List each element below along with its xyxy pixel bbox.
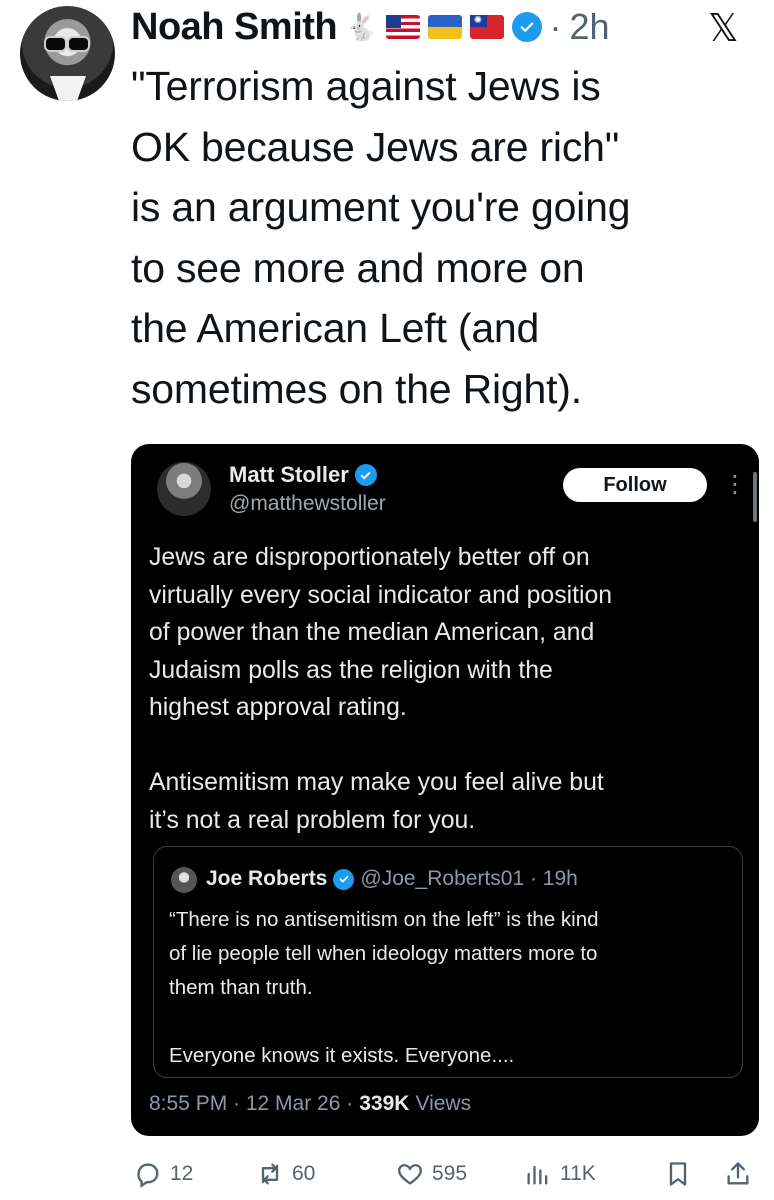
tweet-header: Noah Smith 🐇 · 2h bbox=[131, 2, 610, 52]
separator-dot: · bbox=[549, 6, 562, 47]
nested-author-avatar bbox=[171, 867, 197, 893]
quoted-post-views-label: Views bbox=[415, 1092, 472, 1115]
avatar-glasses bbox=[44, 36, 90, 52]
nested-quoted-post[interactable]: Joe Roberts @Joe_Roberts01 · 19h “There … bbox=[153, 846, 743, 1078]
author-name[interactable]: Noah Smith bbox=[131, 6, 338, 49]
views-count: 11K bbox=[560, 1162, 596, 1185]
nested-author-handle-time: @Joe_Roberts01 · 19h bbox=[360, 867, 578, 890]
more-options-icon[interactable]: ⋮ bbox=[723, 468, 747, 502]
views-button[interactable]: 11K bbox=[524, 1160, 596, 1188]
repost-button[interactable]: 60 bbox=[256, 1160, 315, 1188]
quoted-post-timestamp: 8:55 PM · 12 Mar 26 · bbox=[149, 1092, 354, 1115]
quoted-author-handle[interactable]: @matthewstoller bbox=[229, 492, 386, 516]
verified-badge-icon bbox=[354, 464, 377, 486]
quoted-post-card[interactable]: Matt Stoller @matthewstoller Follow ⋮ Je… bbox=[131, 444, 759, 1136]
avatar-collar bbox=[50, 76, 86, 101]
us-flag-icon bbox=[385, 15, 420, 39]
views-chart-icon bbox=[527, 1165, 548, 1185]
like-count: 595 bbox=[432, 1162, 468, 1185]
rabbit-emoji: 🐇 bbox=[345, 12, 378, 42]
nested-post-text: “There is no antisemitism on the left” i… bbox=[169, 908, 599, 1067]
tweet-time[interactable]: 2h bbox=[570, 6, 610, 48]
ukraine-flag-icon bbox=[427, 15, 462, 39]
repost-count: 60 bbox=[292, 1162, 316, 1185]
quoted-author-name-row: Matt Stoller bbox=[229, 462, 377, 488]
repost-icon bbox=[261, 1163, 279, 1185]
follow-button[interactable]: Follow bbox=[563, 468, 707, 502]
bookmark-icon bbox=[669, 1162, 687, 1186]
share-button[interactable] bbox=[724, 1160, 752, 1188]
share-icon bbox=[727, 1162, 749, 1185]
heart-icon bbox=[398, 1164, 422, 1185]
taiwan-flag-icon bbox=[469, 15, 504, 39]
quoted-author-avatar[interactable] bbox=[157, 462, 211, 516]
quoted-post-footer: 8:55 PM · 12 Mar 26 · 339K Views bbox=[149, 1092, 471, 1116]
quoted-post-text: Jews are disproportionately better off o… bbox=[149, 544, 613, 834]
bookmark-button[interactable] bbox=[664, 1160, 692, 1188]
reply-icon bbox=[137, 1163, 159, 1188]
scrollbar[interactable] bbox=[753, 472, 757, 522]
quoted-author-name[interactable]: Matt Stoller bbox=[229, 462, 349, 488]
like-button[interactable]: 595 bbox=[396, 1160, 467, 1188]
tweet-text: "Terrorism against Jews is OK because Je… bbox=[131, 63, 631, 412]
reply-count: 12 bbox=[170, 1162, 194, 1185]
x-logo-icon: 𝕏 bbox=[708, 8, 739, 50]
nested-author-name: Joe Roberts bbox=[206, 867, 328, 890]
reply-button[interactable]: 12 bbox=[134, 1160, 193, 1188]
tweet-actions-bar: 12 60 595 11K bbox=[0, 1160, 774, 1196]
verified-badge-icon bbox=[511, 12, 542, 42]
nested-author-row: Joe Roberts @Joe_Roberts01 · 19h bbox=[206, 867, 578, 891]
author-avatar[interactable] bbox=[20, 6, 115, 101]
quoted-post-views-count: 339K bbox=[359, 1092, 410, 1115]
verified-badge-icon bbox=[333, 868, 355, 890]
